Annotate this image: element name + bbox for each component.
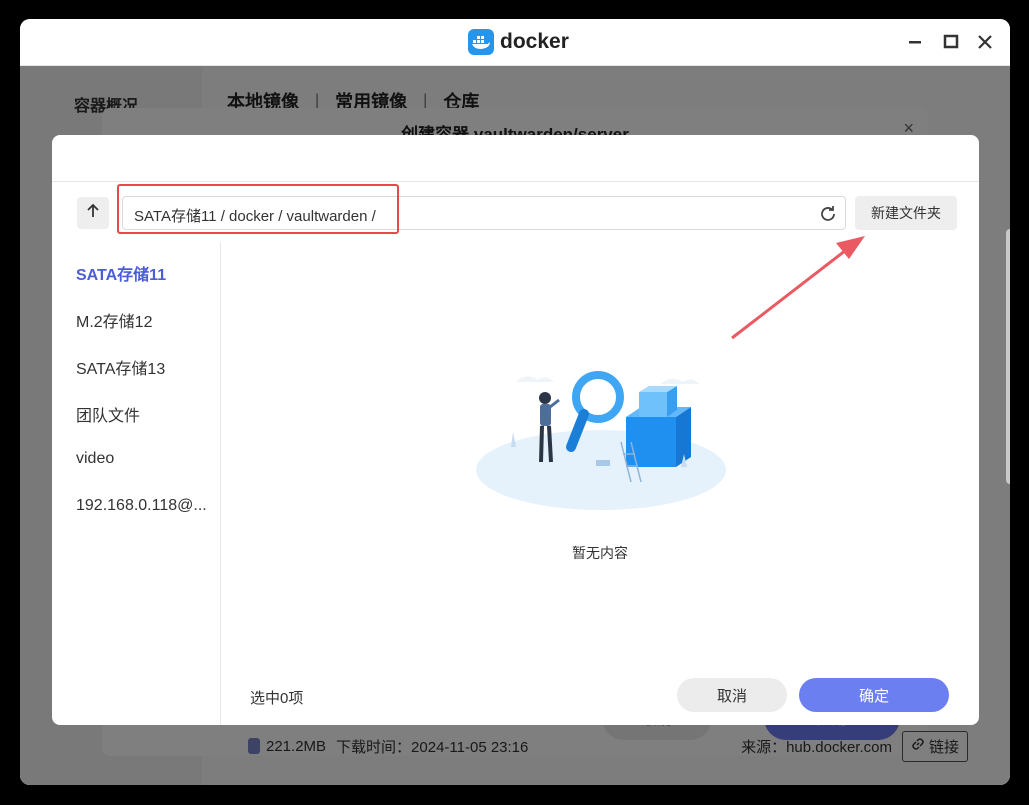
sidebar-item-video[interactable]: video xyxy=(76,450,216,468)
new-folder-button[interactable]: 新建文件夹 xyxy=(855,196,957,230)
confirm-button[interactable]: 确定 xyxy=(799,678,949,712)
app-title: docker xyxy=(468,27,569,57)
minimize-icon[interactable] xyxy=(904,31,926,53)
page-scrollbar[interactable] xyxy=(1006,229,1010,484)
sidebar-item-m2-12[interactable]: M.2存储12 xyxy=(76,308,216,332)
app-name: docker xyxy=(500,30,569,53)
sidebar-item-sata11[interactable]: SATA存储11 xyxy=(76,261,216,285)
path-highlight-box xyxy=(117,184,399,234)
folder-picker-dialog: SATA存储11 / docker / vaultwarden / 新建文件夹 … xyxy=(52,135,979,725)
refresh-icon[interactable] xyxy=(817,203,839,225)
dialog-header xyxy=(52,135,979,182)
arrow-up-icon xyxy=(85,203,101,224)
selected-count: 选中0项 xyxy=(250,690,304,707)
maximize-icon[interactable] xyxy=(940,31,962,53)
empty-state-illustration xyxy=(471,362,731,512)
docker-logo-icon xyxy=(468,29,494,55)
title-bar: docker xyxy=(20,19,1010,66)
parent-folder-button[interactable] xyxy=(77,197,109,229)
file-list-area: 暂无内容 xyxy=(221,242,979,662)
storage-sidebar: SATA存储11 M.2存储12 SATA存储13 团队文件 video 192… xyxy=(52,242,221,725)
cancel-button[interactable]: 取消 xyxy=(677,678,787,712)
sidebar-item-sata13[interactable]: SATA存储13 xyxy=(76,355,216,379)
close-icon[interactable] xyxy=(974,31,996,53)
sidebar-item-network-share[interactable]: 192.168.0.118@... xyxy=(76,497,216,515)
empty-state-text: 暂无内容 xyxy=(572,545,628,561)
sidebar-item-team-files[interactable]: 团队文件 xyxy=(76,402,216,426)
